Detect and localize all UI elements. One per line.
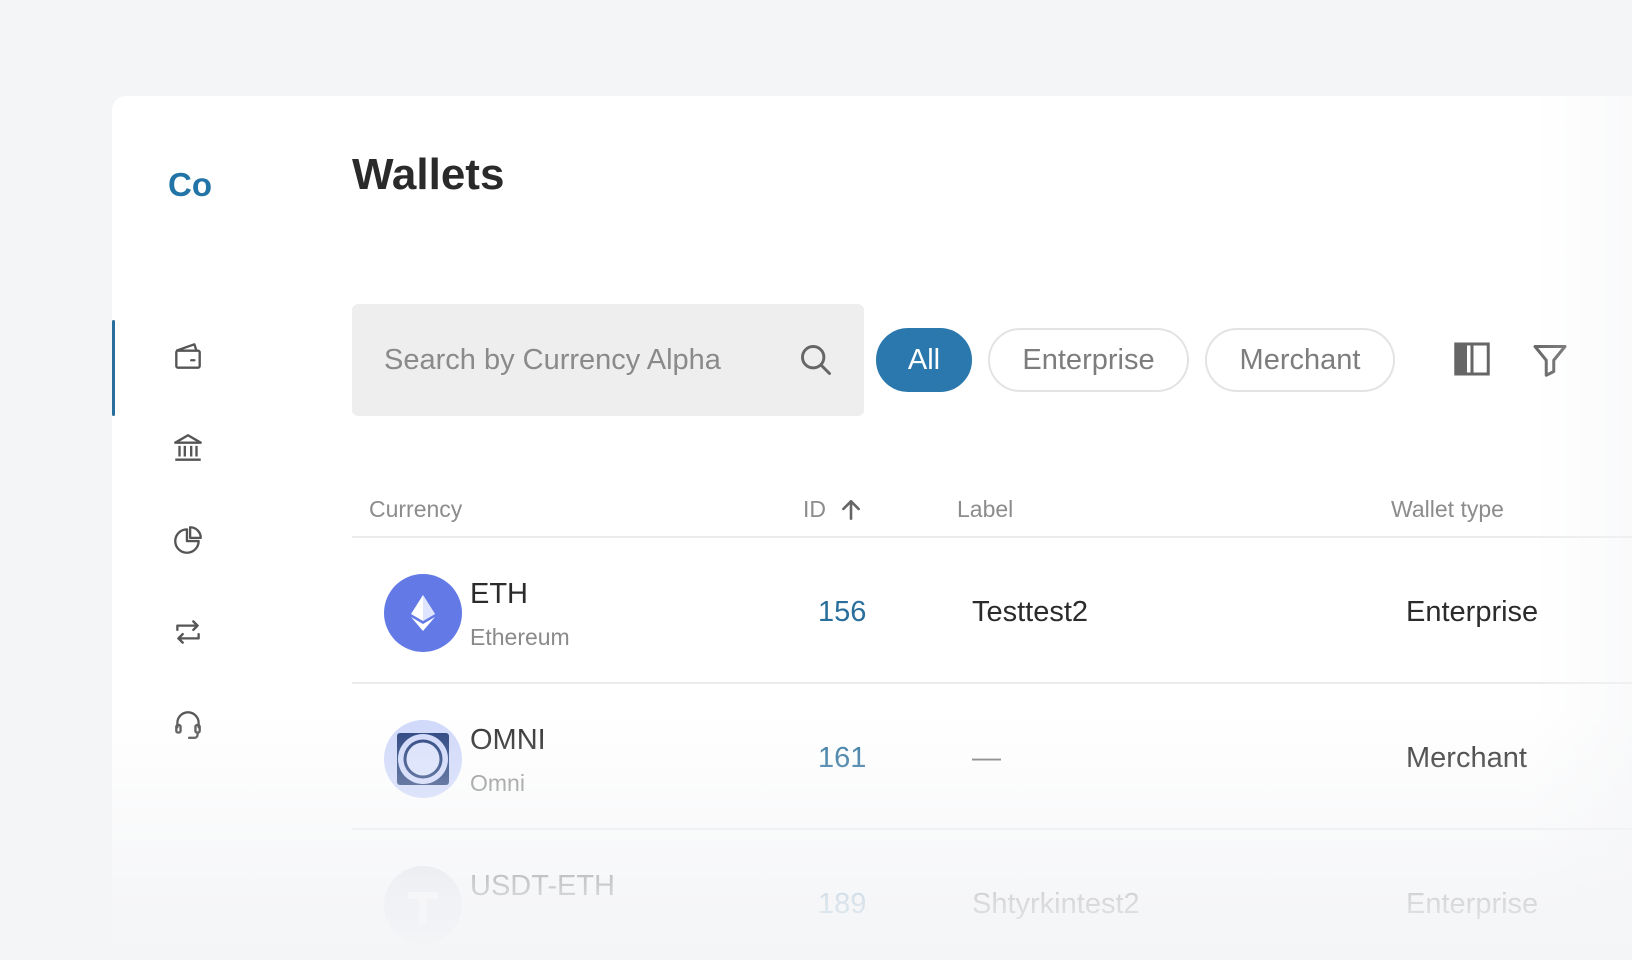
filter-icon[interactable] — [1530, 339, 1570, 379]
filter-merchant-button[interactable]: Merchant — [1205, 328, 1395, 392]
ethereum-icon — [384, 574, 462, 652]
sidebar-active-indicator — [112, 320, 115, 416]
wallet-icon — [175, 343, 201, 369]
search-input[interactable] — [384, 343, 798, 377]
column-header-id-label: ID — [803, 496, 826, 522]
wallet-type: Merchant — [1406, 742, 1527, 774]
omni-icon — [384, 720, 462, 798]
page-title: Wallets — [352, 150, 505, 199]
sidebar-item-analytics[interactable] — [168, 520, 208, 560]
currency-code: OMNI — [470, 724, 546, 756]
wallet-id-link[interactable]: 156 — [818, 596, 866, 629]
column-header-id[interactable]: ID — [803, 496, 864, 523]
tether-icon — [384, 866, 462, 944]
table-row[interactable]: OMNI Omni 161 — Merchant — [352, 684, 1632, 834]
sidebar-item-wallets[interactable] — [168, 336, 208, 376]
column-header-label[interactable]: Label — [957, 496, 1013, 523]
app-window: Co Wallets Search by Currency Alpha All … — [112, 96, 1632, 960]
wallet-label: — — [972, 742, 1001, 774]
sidebar-item-bank[interactable] — [168, 428, 208, 468]
currency-code: USDT-ETH — [470, 870, 615, 902]
sidebar-item-transactions[interactable] — [168, 612, 208, 652]
pie-chart-icon — [174, 526, 202, 554]
table-row[interactable]: ETH Ethereum 156 Testtest2 Enterprise — [352, 538, 1632, 688]
currency-name: Ethereum — [470, 624, 570, 650]
wallet-label: Shtyrkintest2 — [972, 888, 1140, 920]
table-row[interactable]: USDT-ETH 189 Shtyrkintest2 Enterprise — [352, 830, 1632, 960]
wallet-id-link[interactable]: 189 — [818, 888, 866, 921]
sort-ascending-icon[interactable] — [838, 497, 864, 523]
search-icon[interactable] — [798, 342, 834, 378]
wallet-type: Enterprise — [1406, 596, 1539, 628]
exchange-arrows-icon — [176, 620, 200, 644]
wallet-label: Testtest2 — [972, 596, 1089, 628]
column-header-currency[interactable]: Currency — [369, 496, 462, 523]
headset-icon — [175, 711, 201, 739]
wallet-type: Enterprise — [1406, 888, 1539, 920]
currency-code: ETH — [470, 578, 528, 610]
sidebar-item-support[interactable] — [168, 704, 208, 744]
app-logo[interactable]: Co — [168, 166, 212, 204]
search-field[interactable] — [352, 304, 864, 416]
filter-all-button[interactable]: All — [876, 328, 972, 392]
bank-icon — [174, 434, 202, 461]
column-header-wallet-type[interactable]: Wallet type — [1391, 496, 1504, 523]
wallet-id-link[interactable]: 161 — [818, 742, 866, 775]
columns-icon[interactable] — [1452, 339, 1492, 379]
filter-enterprise-button[interactable]: Enterprise — [988, 328, 1189, 392]
currency-name: Omni — [470, 770, 525, 796]
